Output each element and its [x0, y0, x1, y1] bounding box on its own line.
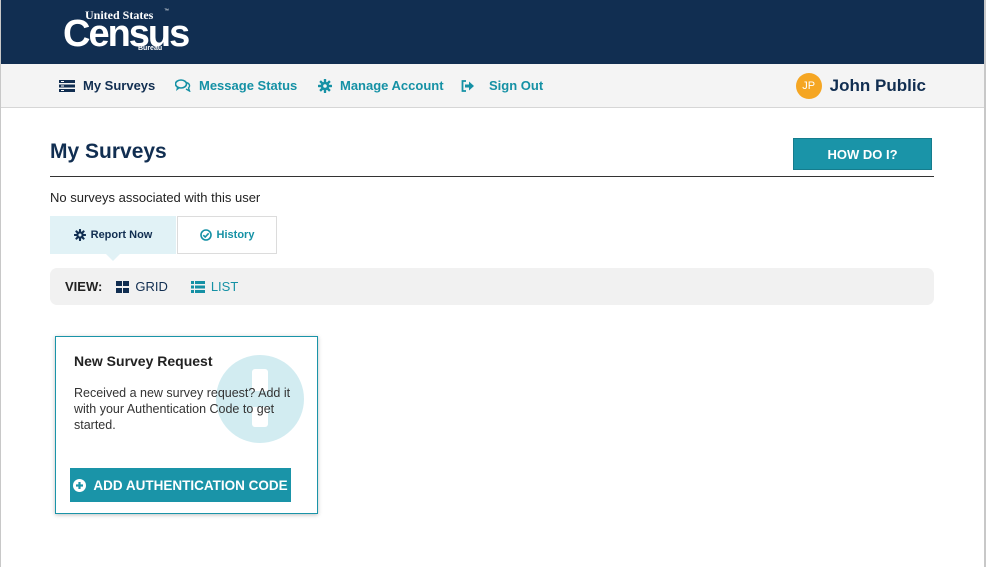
census-logo[interactable]: United States ™ Census Bureau [63, 8, 190, 56]
chat-icon [175, 79, 191, 92]
logo-line3: Bureau [138, 45, 163, 52]
nav-my-surveys-label: My Surveys [83, 78, 156, 93]
nav-my-surveys[interactable]: My Surveys [59, 64, 155, 107]
nav-message-status[interactable]: Message Status [175, 64, 297, 107]
view-toggle-bar: VIEW: GRID LIST [50, 268, 934, 305]
empty-message: No surveys associated with this user [50, 190, 261, 205]
list-icon [190, 280, 205, 293]
nav-manage-account[interactable]: Manage Account [318, 64, 444, 107]
add-authentication-code-button[interactable]: ADD AUTHENTICATION CODE [70, 468, 291, 502]
nav-manage-account-label: Manage Account [340, 78, 444, 93]
check-circle-icon [199, 229, 212, 241]
page-title: My Surveys [50, 140, 167, 163]
nav-sign-out-label: Sign Out [489, 78, 544, 93]
view-label: VIEW: [65, 279, 103, 294]
plus-circle-icon [73, 478, 87, 492]
tab-history-label: History [216, 229, 255, 241]
view-grid-label: GRID [135, 279, 168, 294]
add-authentication-code-label: ADD AUTHENTICATION CODE [93, 477, 288, 493]
gear-icon [318, 78, 332, 93]
view-list-label: LIST [210, 279, 239, 294]
title-divider [50, 176, 934, 177]
view-grid-button[interactable]: GRID [116, 279, 168, 294]
nav-message-status-label: Message Status [199, 78, 298, 93]
tab-report-now-label: Report Now [90, 229, 153, 241]
tab-history[interactable]: History [177, 216, 277, 254]
gear-icon [73, 229, 86, 241]
site-header: United States ™ Census Bureau [1, 0, 984, 64]
how-do-i-button[interactable]: HOW DO I? [793, 138, 932, 170]
card-description: Received a new survey request? Add it wi… [74, 386, 291, 432]
card-title: New Survey Request [74, 353, 213, 369]
main-nav: My Surveys Message Status Manage Account [1, 64, 984, 108]
new-survey-request-card: New Survey Request Received a new survey… [55, 336, 318, 514]
user-menu[interactable]: JP John Public [795, 64, 926, 107]
active-tab-pointer [106, 254, 120, 261]
sign-out-icon [461, 79, 474, 92]
grid-icon [116, 280, 130, 293]
nav-sign-out[interactable]: Sign Out [461, 64, 543, 107]
tab-report-now[interactable]: Report Now [50, 216, 176, 261]
avatar: JP [795, 72, 822, 99]
logo-line2: Census [63, 13, 190, 55]
view-list-button[interactable]: LIST [190, 279, 239, 294]
surveys-icon [59, 79, 75, 92]
user-name: John Public [829, 75, 926, 95]
